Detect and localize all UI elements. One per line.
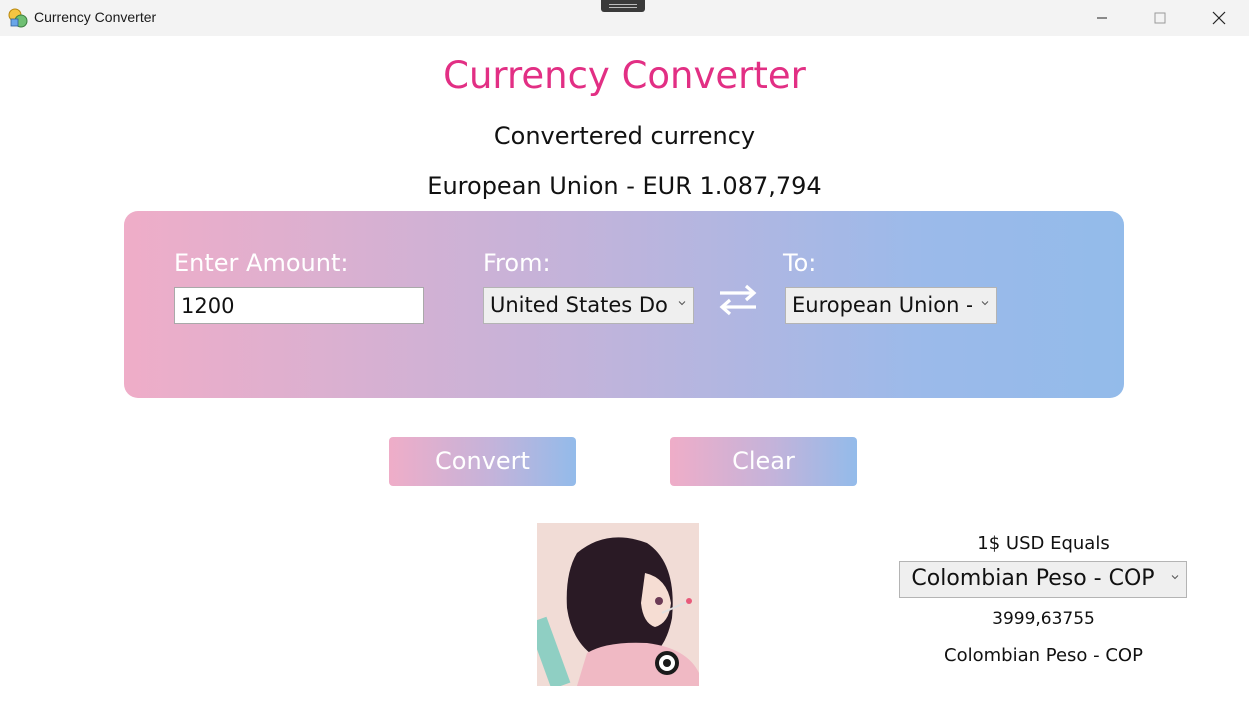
to-currency-select[interactable]: European Union - bbox=[785, 287, 997, 324]
from-label: From: bbox=[483, 249, 551, 277]
page-title: Currency Converter bbox=[443, 54, 806, 97]
rate-caption: 1$ USD Equals bbox=[977, 533, 1110, 554]
amount-label: Enter Amount: bbox=[174, 249, 349, 277]
swap-arrows-icon[interactable] bbox=[716, 283, 760, 317]
maximize-button[interactable] bbox=[1131, 0, 1189, 36]
convert-button[interactable]: Convert bbox=[389, 437, 576, 486]
currency-app-icon bbox=[8, 8, 28, 28]
from-currency-select[interactable]: United States Doll bbox=[483, 287, 694, 324]
close-icon bbox=[1212, 11, 1226, 25]
minimize-icon bbox=[1097, 17, 1107, 19]
rate-value: 3999,63755 bbox=[992, 609, 1095, 629]
chevron-down-icon bbox=[981, 301, 989, 306]
rate-currency-select[interactable]: Colombian Peso - COP bbox=[899, 561, 1187, 598]
window-title: Currency Converter bbox=[34, 9, 157, 25]
rate-currency-name: Colombian Peso - COP bbox=[944, 645, 1143, 666]
snap-layout-handle[interactable] bbox=[601, 0, 645, 12]
rate-currency-value: Colombian Peso - COP bbox=[911, 566, 1155, 591]
to-currency-value: European Union - bbox=[792, 293, 972, 317]
title-bar: Currency Converter bbox=[0, 0, 1249, 36]
conversion-result: European Union - EUR 1.087,794 bbox=[427, 172, 822, 200]
chevron-down-icon bbox=[678, 301, 686, 306]
from-currency-value: United States Doll bbox=[490, 293, 669, 317]
amount-input[interactable] bbox=[174, 287, 424, 324]
converted-caption: Convertered currency bbox=[493, 122, 756, 150]
maximize-icon bbox=[1154, 12, 1166, 24]
clear-button[interactable]: Clear bbox=[670, 437, 857, 486]
chevron-down-icon bbox=[1171, 575, 1179, 580]
close-button[interactable] bbox=[1190, 0, 1248, 36]
minimize-button[interactable] bbox=[1073, 0, 1131, 36]
to-label: To: bbox=[783, 249, 817, 277]
anime-girl-illustration bbox=[537, 523, 699, 686]
